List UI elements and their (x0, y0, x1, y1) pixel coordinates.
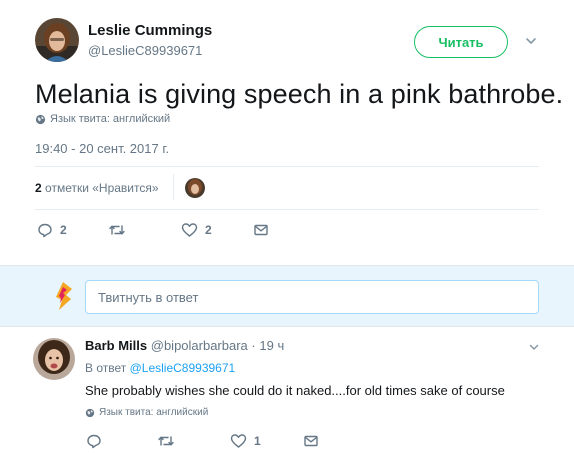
divider (35, 166, 539, 167)
globe-icon (85, 408, 95, 417)
vertical-divider (173, 174, 174, 200)
reply-like-count: 1 (254, 434, 261, 448)
reply-to-prefix: В ответ (85, 361, 127, 375)
retweet-icon (109, 225, 125, 235)
liker-avatar[interactable] (185, 178, 205, 198)
author-avatar[interactable] (35, 18, 79, 62)
timestamp[interactable]: 19:40 - 20 сент. 2017 г. (35, 141, 169, 156)
reply-author-avatar[interactable] (33, 338, 75, 380)
reply-icon (87, 434, 101, 449)
reply-language-label: Язык твита: английский (99, 407, 209, 418)
like-count: 2 (205, 223, 212, 237)
globe-icon (35, 114, 46, 124)
reply-to-line: В ответ @LeslieC89939671 (85, 361, 235, 375)
reply-reply-action[interactable] (86, 433, 109, 449)
reply-author-line[interactable]: Barb Mills @bipolarbarbara · 19 ч (85, 338, 284, 353)
reply-author-handle[interactable]: @bipolarbarbara (151, 338, 248, 353)
likes-label: отметки «Нравится» (45, 181, 159, 195)
language-line: Язык твита: английский (35, 113, 170, 125)
envelope-icon (304, 435, 318, 447)
reply-icon (38, 223, 52, 238)
reply-action[interactable]: 2 (37, 222, 67, 238)
author-name[interactable]: Leslie Cummings (88, 22, 212, 39)
divider (35, 209, 539, 210)
author-handle[interactable]: @LeslieC89939671 (88, 43, 202, 58)
reply-retweet-action[interactable] (157, 433, 182, 449)
chevron-down-icon[interactable] (524, 34, 538, 48)
tweet-text: Melania is giving speech in a pink bathr… (35, 79, 564, 109)
follow-button[interactable]: Читать (414, 26, 508, 58)
reply-language-line: Язык твита: английский (85, 407, 208, 418)
retweet-action[interactable] (108, 222, 133, 238)
like-action[interactable]: 2 (181, 222, 212, 238)
likes-summary[interactable]: 2 отметки «Нравится» (35, 181, 159, 195)
reply-composer: Твитнуть в ответ (0, 265, 574, 327)
reply-separator: · (251, 338, 256, 353)
retweet-icon (158, 436, 174, 446)
reply-count: 2 (60, 223, 67, 237)
heart-icon (181, 223, 198, 237)
reply-time[interactable]: 19 ч (259, 338, 284, 353)
reply-placeholder: Твитнуть в ответ (98, 289, 199, 305)
reply-text: She probably wishes she could do it nake… (85, 383, 505, 398)
likes-count: 2 (35, 181, 42, 195)
heart-icon (230, 434, 247, 448)
reply-input[interactable]: Твитнуть в ответ (85, 280, 539, 314)
user-avatar-icon (56, 282, 72, 310)
language-label: Язык твита: английский (50, 113, 171, 125)
chevron-down-icon[interactable] (528, 341, 540, 353)
reply-message-action[interactable] (303, 433, 319, 449)
main-tweet: Leslie Cummings @LeslieC89939671 Читать … (0, 0, 574, 265)
message-action[interactable] (253, 222, 269, 238)
envelope-icon (254, 224, 268, 236)
reply-author-name[interactable]: Barb Mills (85, 338, 147, 353)
reply-like-action[interactable]: 1 (230, 433, 261, 449)
reply-to-handle[interactable]: @LeslieC89939671 (130, 361, 236, 375)
